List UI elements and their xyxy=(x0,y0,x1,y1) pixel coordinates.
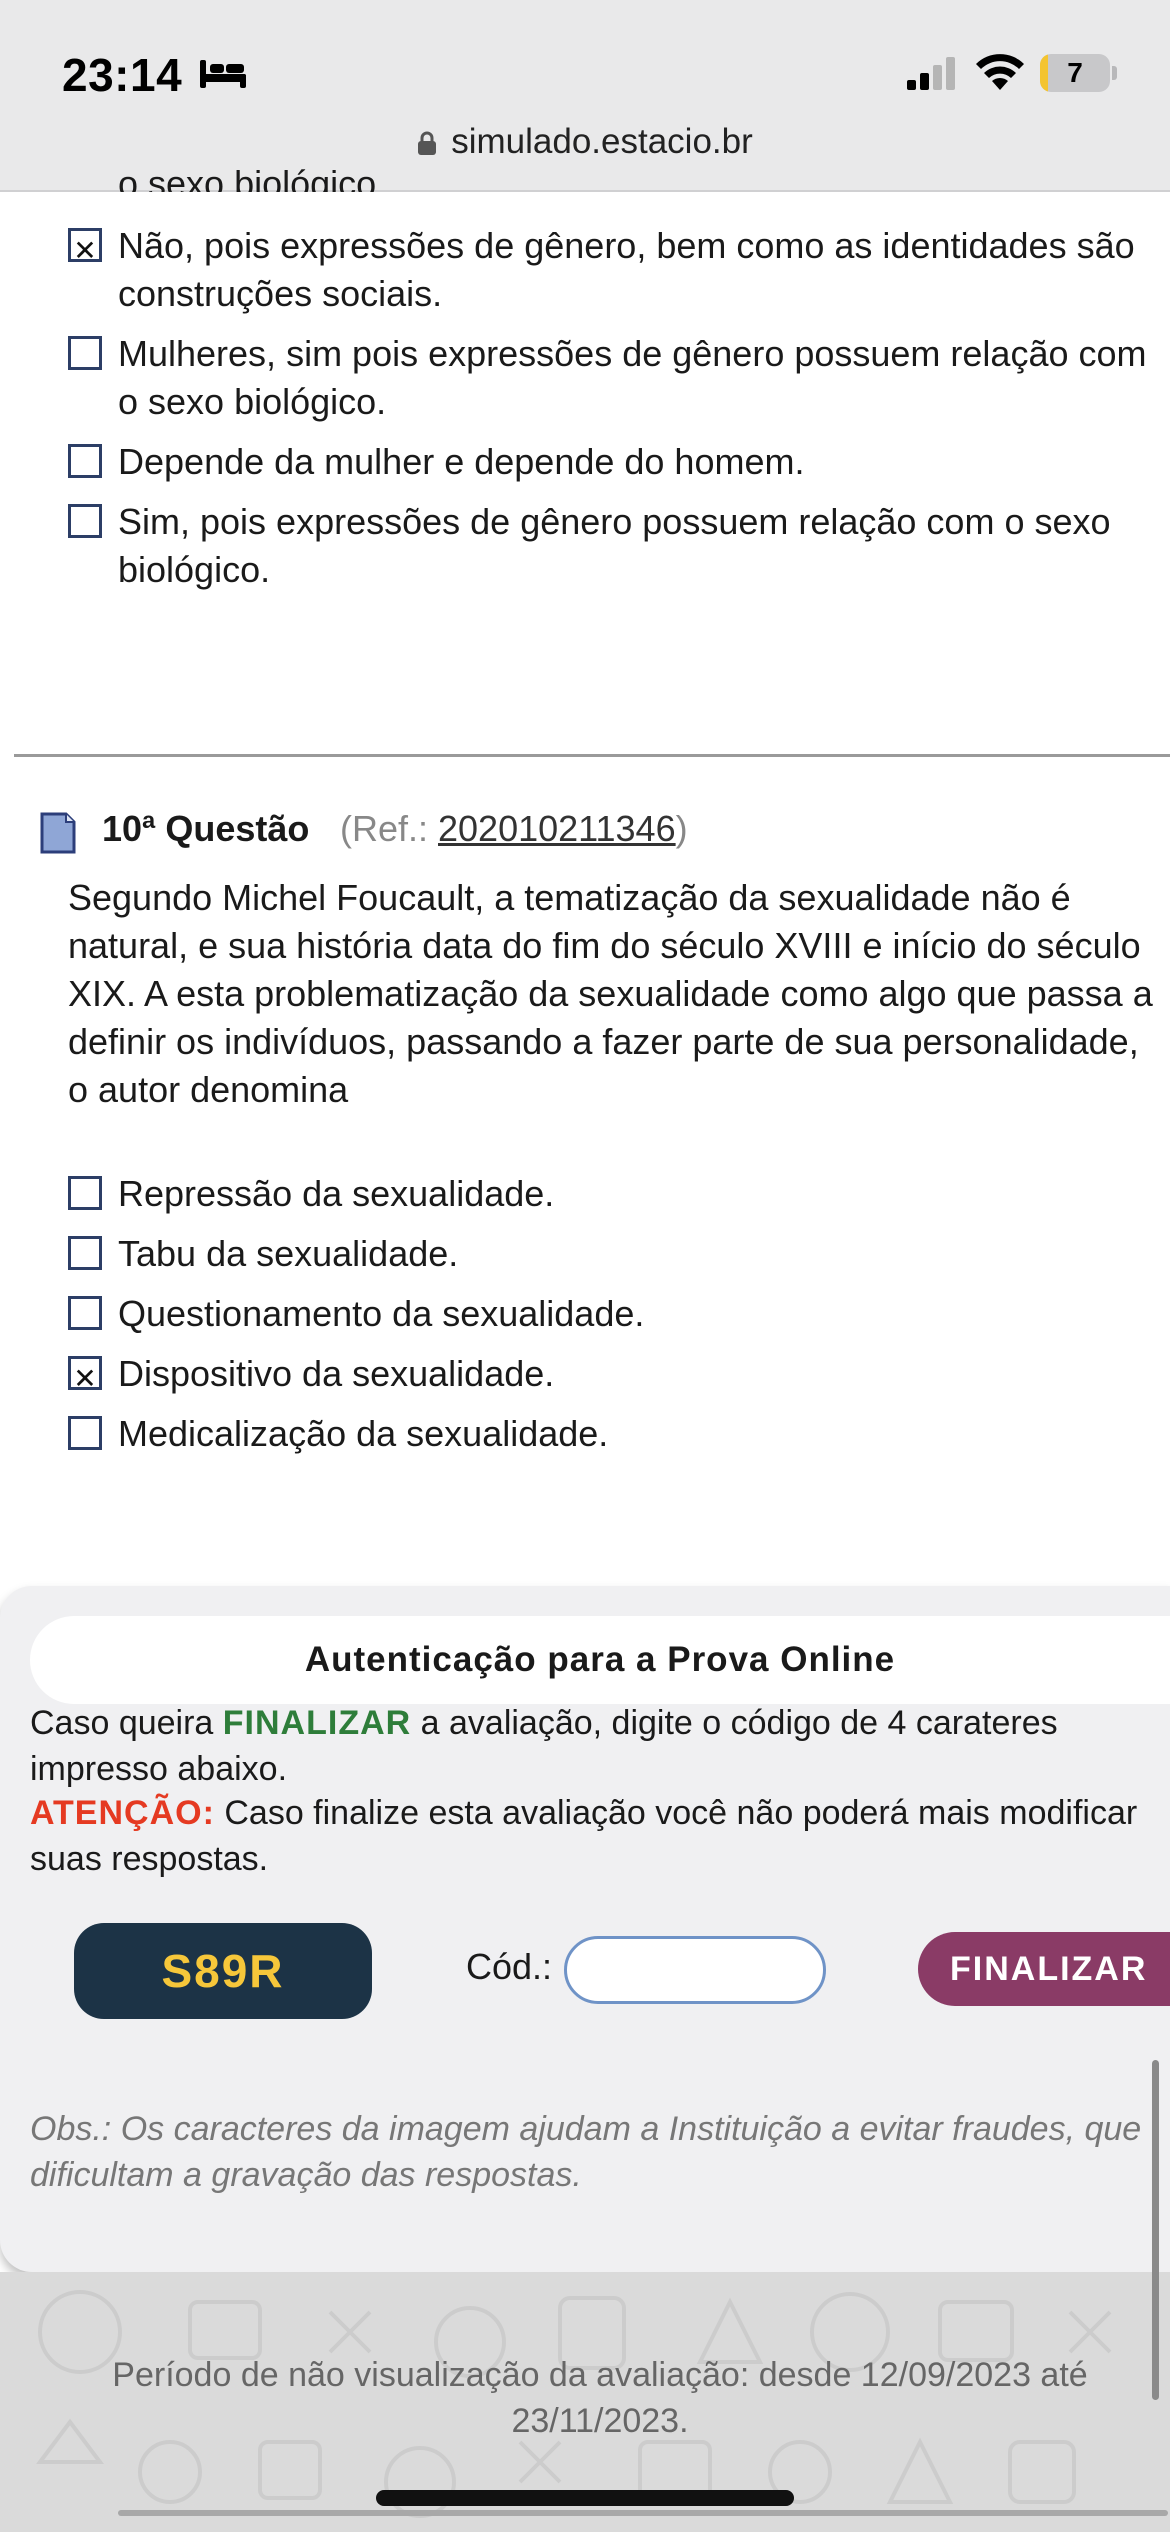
document-icon xyxy=(40,812,76,854)
checkbox[interactable] xyxy=(68,336,102,370)
checkbox[interactable] xyxy=(68,444,102,478)
lock-icon xyxy=(418,131,437,155)
option-label: Sim, pois expressões de gênero possuem r… xyxy=(118,501,1111,590)
cellular-signal-icon xyxy=(907,57,955,90)
footer-divider xyxy=(118,2510,1168,2516)
battery-indicator: 7 xyxy=(1040,54,1117,92)
checkbox-checked[interactable] xyxy=(68,1355,102,1403)
captcha-code: S89R xyxy=(74,1923,372,2019)
question-ref-code[interactable]: 202010211346 xyxy=(438,808,676,849)
option-label: Depende da mulher e depende do homem. xyxy=(118,441,805,482)
auth-instructions-cont: impresso abaixo. xyxy=(30,1750,288,1788)
checkbox-checked[interactable] xyxy=(68,227,102,275)
option-label: Mulheres, sim pois expressões de gênero … xyxy=(118,333,1147,422)
option-label: Questionamento da sexualidade. xyxy=(118,1293,645,1334)
obs-note: Obs.: Os caracteres da imagem ajudam a I… xyxy=(30,2110,1142,2194)
question-text: Segundo Michel Foucault, a tematização d… xyxy=(68,877,1153,1110)
option-label: Repressão da sexualidade. xyxy=(118,1173,555,1214)
home-indicator[interactable] xyxy=(376,2490,794,2506)
auth-instructions: Caso queira FINALIZAR a avaliação, digit… xyxy=(30,1704,1058,1742)
option-label: Tabu da sexualidade. xyxy=(118,1233,459,1274)
question-ref: (Ref.: 202010211346) xyxy=(340,808,688,849)
checkbox[interactable] xyxy=(68,1176,102,1210)
checkbox[interactable] xyxy=(68,504,102,538)
scrollbar[interactable] xyxy=(1152,2060,1159,2400)
auth-panel: Autenticação para a Prova Online Caso qu… xyxy=(0,1586,1170,2272)
auth-title: Autenticação para a Prova Online xyxy=(30,1616,1170,1704)
finalize-keyword: FINALIZAR xyxy=(222,1704,412,1742)
code-label: Cód.: xyxy=(466,1946,553,1987)
option-label: Dispositivo da sexualidade. xyxy=(118,1353,555,1394)
url-bar[interactable]: simulado.estacio.br xyxy=(0,122,1170,162)
wifi-icon xyxy=(976,54,1024,90)
question-divider xyxy=(14,754,1170,757)
checkbox[interactable] xyxy=(68,1296,102,1330)
auth-warning: ATENÇÃO: Caso finalize esta avaliação vo… xyxy=(30,1794,1138,1832)
checkbox[interactable] xyxy=(68,1416,102,1450)
sleep-focus-icon xyxy=(200,60,246,88)
footer-period-text: Período de não visualização da avaliação… xyxy=(112,2356,1088,2440)
code-input[interactable] xyxy=(564,1936,826,2004)
option-label: Não, pois expressões de gênero, bem como… xyxy=(118,225,1135,314)
checkbox[interactable] xyxy=(68,1236,102,1270)
option-label: Medicalização da sexualidade. xyxy=(118,1413,609,1454)
status-time: 23:14 xyxy=(62,49,183,101)
warning-keyword: ATENÇÃO: xyxy=(30,1794,215,1832)
question-number: 10ª Questão xyxy=(102,808,310,849)
auth-warning-cont: suas respostas. xyxy=(30,1840,269,1878)
clipped-option-text: o sexo biológico. xyxy=(118,163,387,192)
url-domain: simulado.estacio.br xyxy=(451,122,753,161)
finalize-button[interactable]: FINALIZAR xyxy=(918,1932,1170,2006)
battery-percent: 7 xyxy=(1067,57,1083,88)
